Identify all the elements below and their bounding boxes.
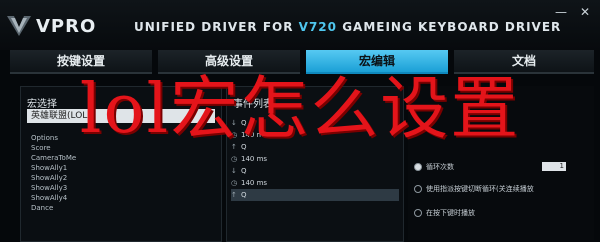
option-label: 使用指派按键切断循环(关连续播放 xyxy=(426,185,534,193)
title-bar: VPRO UNIFIED DRIVER FOR V720 GAMEING KEY… xyxy=(0,0,600,50)
radio-button[interactable] xyxy=(414,185,422,193)
window-title: UNIFIED DRIVER FOR V720 GAMEING KEYBOARD… xyxy=(134,20,561,34)
list-item[interactable]: ShowAlly2 xyxy=(31,173,76,183)
brand-name: VPRO xyxy=(36,16,97,37)
key-down-icon: ↓ xyxy=(231,167,237,175)
option-label: 在按下键时播放 xyxy=(426,209,475,217)
loop-until-key-option[interactable]: 使用指派按键切断循环(关连续播放 xyxy=(414,184,534,194)
option-label: 循环次数 xyxy=(426,163,454,171)
key-up-icon: ↑ xyxy=(231,191,237,199)
title-prefix: UNIFIED DRIVER FOR xyxy=(134,20,294,34)
event-row[interactable]: ◷ 140 ms xyxy=(231,177,399,189)
minimize-button[interactable]: — xyxy=(552,4,570,20)
event-text: Q xyxy=(241,191,247,199)
overlay-caption: lol宏怎么设置 xyxy=(79,70,521,149)
event-row[interactable]: ↓ Q xyxy=(231,165,399,177)
radio-button[interactable] xyxy=(414,209,422,217)
event-text: 140 ms xyxy=(241,179,268,187)
vpro-logo-icon xyxy=(7,16,31,36)
list-item[interactable]: ShowAlly1 xyxy=(31,163,76,173)
close-button[interactable]: ✕ xyxy=(576,4,594,20)
loop-count-option[interactable]: 循环次数 xyxy=(414,162,454,172)
radio-button[interactable] xyxy=(414,163,422,171)
title-suffix: GAMEING KEYBOARD DRIVER xyxy=(342,20,562,34)
loop-count-input[interactable]: 1 xyxy=(542,162,566,171)
delay-clock-icon: ◷ xyxy=(231,179,238,187)
play-while-held-option[interactable]: 在按下键时播放 xyxy=(414,208,475,218)
title-model: V720 xyxy=(298,20,337,34)
list-item[interactable]: ShowAlly4 xyxy=(31,193,76,203)
list-item[interactable]: ShowAlly3 xyxy=(31,183,76,193)
event-text: Q xyxy=(241,167,247,175)
event-row-selected[interactable]: ↑ Q xyxy=(231,189,399,201)
list-item[interactable]: Dance xyxy=(31,203,76,213)
